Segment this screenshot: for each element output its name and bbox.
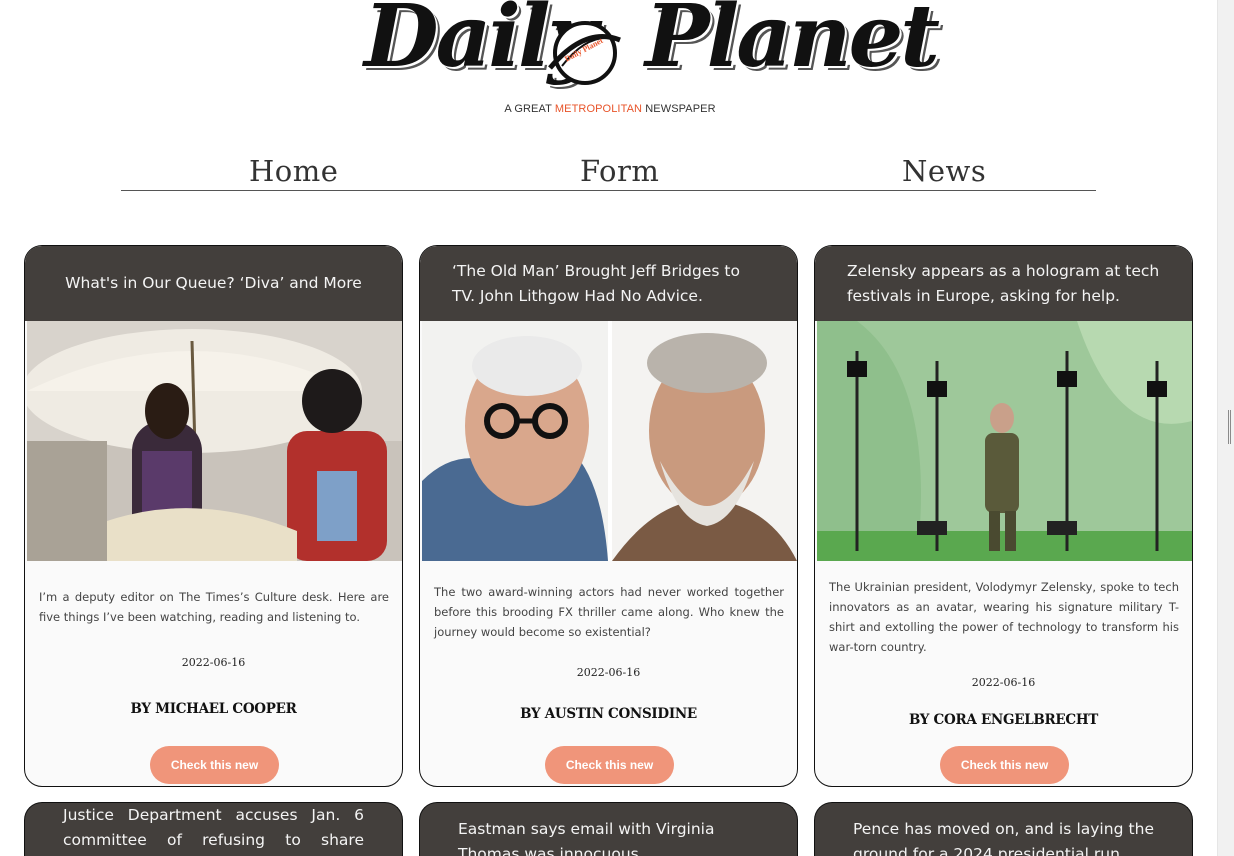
scrollbar-thumb[interactable]	[1228, 410, 1231, 444]
card-title: ‘The Old Man’ Brought Jeff Bridges to TV…	[420, 246, 797, 321]
tagline-pre: A GREAT	[504, 103, 555, 115]
nav-news-link[interactable]: News	[902, 154, 986, 188]
masthead: Daily Daily Planet Planet A GREAT METROP…	[360, 0, 940, 120]
logo-word-planet: Planet	[645, 0, 940, 87]
news-card-title-partial: Eastman says email with Virginia Thomas …	[419, 802, 798, 856]
tagline: A GREAT METROPOLITAN NEWSPAPER	[360, 103, 860, 115]
card-image	[422, 321, 797, 561]
card-date: 2022-06-16	[576, 666, 641, 679]
card-description: I’m a deputy editor on The Times’s Cultu…	[39, 590, 389, 624]
umbrella-photo	[27, 321, 402, 561]
news-card: Zelensky appears as a hologram at tech f…	[814, 245, 1193, 787]
main-nav: Home Form News	[121, 150, 1096, 191]
tagline-accent: METROPOLITAN	[554, 103, 643, 115]
card-image	[27, 321, 402, 561]
check-this-new-button[interactable]: Check this new	[150, 746, 279, 784]
card-author: BY AUSTIN CONSIDINE	[520, 706, 697, 722]
card-title: What's in Our Queue? ‘Diva’ and More	[25, 246, 402, 321]
check-this-new-button[interactable]: Check this new	[545, 746, 674, 784]
actors-photo	[422, 321, 797, 561]
card-date: 2022-06-16	[181, 656, 246, 669]
card-description: The Ukrainian president, Volodymyr Zelen…	[829, 580, 1179, 654]
check-this-new-button[interactable]: Check this new	[940, 746, 1069, 784]
hologram-studio-photo	[817, 321, 1192, 561]
news-card-title-partial: Pence has moved on, and is laying the gr…	[814, 802, 1193, 856]
nav-home-link[interactable]: Home	[249, 154, 338, 188]
news-card: ‘The Old Man’ Brought Jeff Bridges to TV…	[419, 245, 798, 787]
news-card-title-partial: Justice Department accuses Jan. 6 commit…	[24, 802, 403, 856]
news-card: What's in Our Queue? ‘Diva’ and More I’m…	[24, 245, 403, 787]
card-author: BY MICHAEL COOPER	[130, 701, 297, 717]
card-date: 2022-06-16	[971, 676, 1036, 689]
card-title: Zelensky appears as a hologram at tech f…	[815, 246, 1192, 321]
card-description: The two award-winning actors had never w…	[434, 585, 784, 639]
nav-form-link[interactable]: Form	[580, 154, 659, 188]
card-author: BY CORA ENGELBRECHT	[908, 712, 1099, 728]
daily-planet-logo[interactable]: Daily Daily Planet Planet	[360, 0, 940, 105]
tagline-post: NEWSPAPER	[642, 103, 716, 115]
card-image	[817, 321, 1192, 561]
globe-icon: Daily Planet	[548, 21, 621, 85]
page-scrollbar[interactable]	[1217, 0, 1234, 856]
